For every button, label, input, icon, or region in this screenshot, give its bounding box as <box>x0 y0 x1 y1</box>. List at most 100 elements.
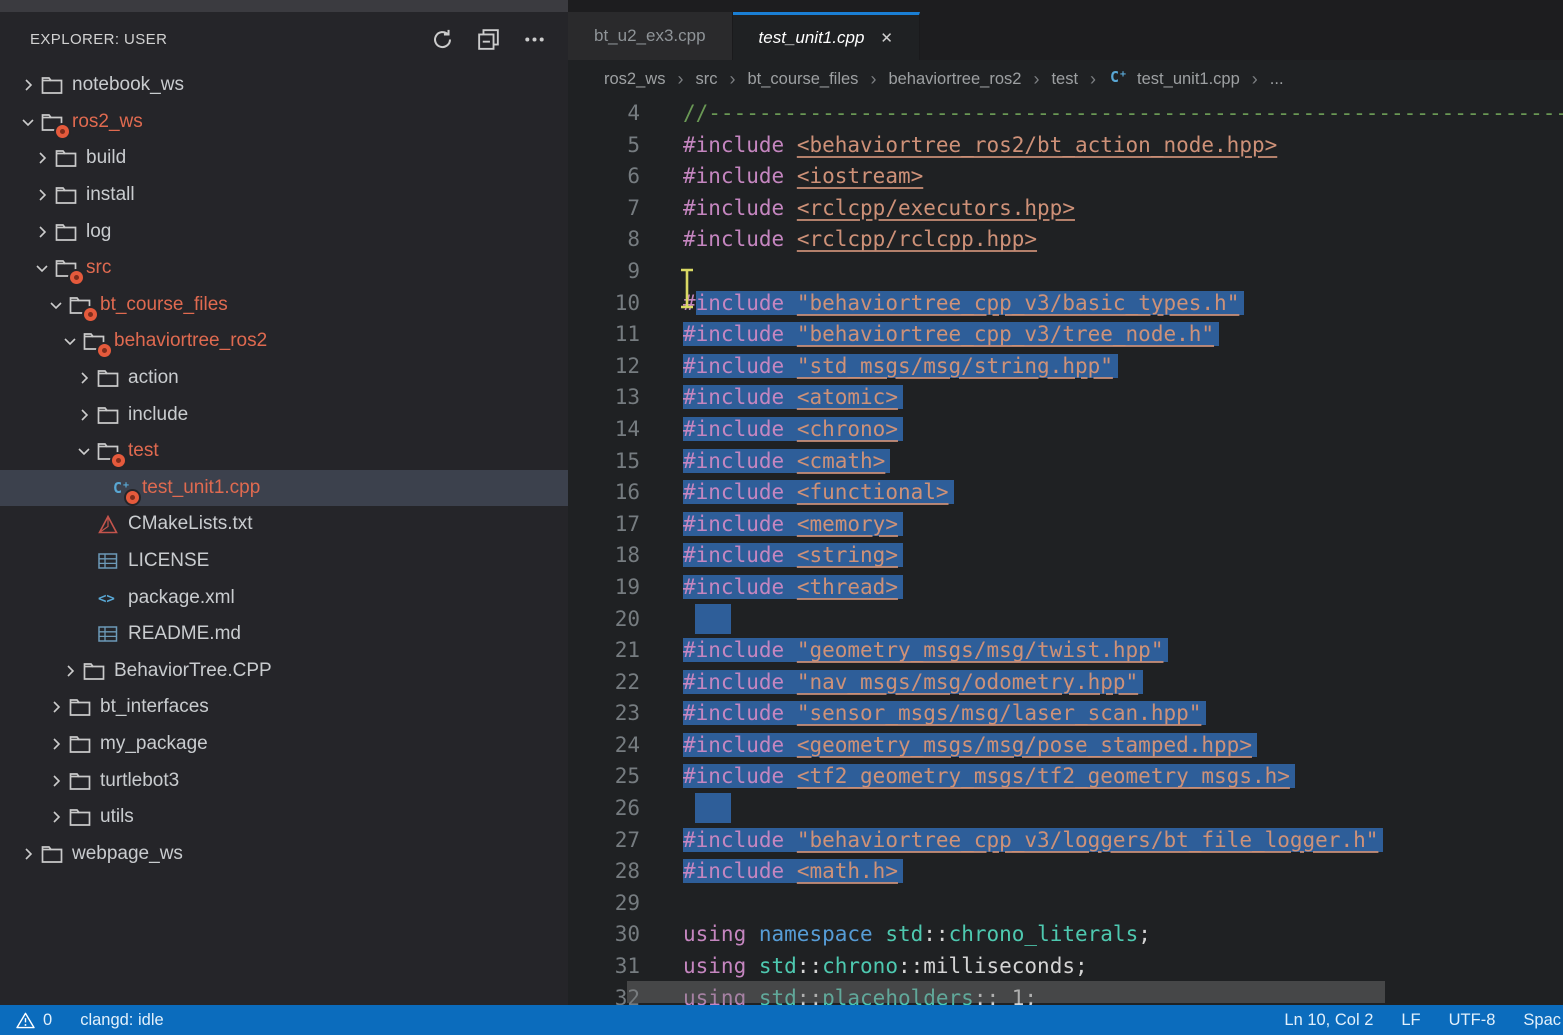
code-token: #include <box>683 638 784 662</box>
tree-item-behaviortree-cpp[interactable]: BehaviorTree.CPP <box>0 653 568 690</box>
code-token: #include <box>683 480 784 504</box>
more-actions-icon[interactable] <box>522 28 546 52</box>
refresh-icon[interactable] <box>430 28 454 52</box>
code-line-14[interactable]: 14#include <chrono> <box>568 414 1563 446</box>
tree-item-test[interactable]: test <box>0 433 568 470</box>
tree-item-webpage-ws[interactable]: webpage_ws <box>0 835 568 872</box>
code-token: #include <box>683 701 784 725</box>
tree-item-src[interactable]: src <box>0 250 568 287</box>
code-line-4[interactable]: 4//-------------------------------------… <box>568 98 1563 130</box>
code-line-content: #include <string> <box>640 540 903 572</box>
selection-highlight: #include "sensor_msgs/msg/laser_scan.hpp… <box>683 701 1206 725</box>
status-item-lf[interactable]: LF <box>1401 1011 1420 1030</box>
collapse-folders-icon[interactable] <box>476 28 500 52</box>
tree-item-turtlebot3[interactable]: turtlebot3 <box>0 762 568 799</box>
code-line-12[interactable]: 12#include "std_msgs/msg/string.hpp" <box>568 351 1563 383</box>
breadcrumb-overflow[interactable]: ... <box>1270 70 1284 89</box>
tree-item-cmakelists-txt[interactable]: CMakeLists.txt <box>0 506 568 543</box>
status-item-ln-10-col-2[interactable]: Ln 10, Col 2 <box>1284 1011 1373 1030</box>
code-line-9[interactable]: 9 <box>568 256 1563 288</box>
close-icon[interactable]: ✕ <box>880 29 893 47</box>
code-line-23[interactable]: 23#include "sensor_msgs/msg/laser_scan.h… <box>568 698 1563 730</box>
line-number: 18 <box>568 540 640 572</box>
code-line-19[interactable]: 19#include <thread> <box>568 572 1563 604</box>
breadcrumb-file[interactable]: C+test_unit1.cpp <box>1108 67 1240 92</box>
status-item-label: clangd: idle <box>80 1011 163 1030</box>
tree-item-label: install <box>86 184 135 206</box>
code-token: ; <box>1075 954 1088 978</box>
selection-highlight: #include "behaviortree_cpp_v3/tree_node.… <box>683 322 1219 346</box>
tree-item-bt-interfaces[interactable]: bt_interfaces <box>0 689 568 726</box>
code-line-18[interactable]: 18#include <string> <box>568 540 1563 572</box>
code-line-8[interactable]: 8#include <rclcpp/rclcpp.hpp> <box>568 224 1563 256</box>
status-item-problems[interactable]: 0 <box>16 1011 52 1030</box>
tree-item-ros2-ws[interactable]: ros2_ws <box>0 104 568 141</box>
code-line-29[interactable]: 29 <box>568 888 1563 920</box>
tree-item-action[interactable]: action <box>0 360 568 397</box>
code-line-21[interactable]: 21#include "geometry_msgs/msg/twist.hpp" <box>568 635 1563 667</box>
code-line-22[interactable]: 22#include "nav_msgs/msg/odometry.hpp" <box>568 667 1563 699</box>
code-line-13[interactable]: 13#include <atomic> <box>568 382 1563 414</box>
tree-item-license[interactable]: LICENSE <box>0 543 568 580</box>
selection-highlight: #include <atomic> <box>683 385 903 409</box>
code-token <box>784 133 797 157</box>
code-token: #include <box>683 449 784 473</box>
status-item-clangd-idle[interactable]: clangd: idle <box>80 1011 163 1030</box>
tree-item-log[interactable]: log <box>0 213 568 250</box>
status-item-utf-8[interactable]: UTF-8 <box>1449 1011 1496 1030</box>
code-line-26[interactable]: 26 <box>568 793 1563 825</box>
tree-item-build[interactable]: build <box>0 140 568 177</box>
code-line-5[interactable]: 5#include <behaviortree_ros2/bt_action_n… <box>568 130 1563 162</box>
code-token: <math.h> <box>797 859 898 883</box>
status-bar: 0 clangd: idle Ln 10, Col 2 LF UTF-8 Spac <box>0 1005 1563 1035</box>
tree-item-utils[interactable]: utils <box>0 799 568 836</box>
tree-item-test-unit1-cpp[interactable]: C+test_unit1.cpp <box>0 470 568 507</box>
code-line-25[interactable]: 25#include <tf2_geometry_msgs/tf2_geomet… <box>568 761 1563 793</box>
breadcrumb-item-test[interactable]: test <box>1051 70 1078 89</box>
code-line-30[interactable]: 30using namespace std::chrono_literals; <box>568 919 1563 951</box>
chevron-right-icon <box>44 735 68 753</box>
code-token: #include <box>683 859 784 883</box>
tree-item-label: BehaviorTree.CPP <box>114 660 272 682</box>
horizontal-scrollbar[interactable] <box>627 981 1385 1003</box>
code-line-7[interactable]: 7#include <rclcpp/executors.hpp> <box>568 193 1563 225</box>
tree-item-include[interactable]: include <box>0 396 568 433</box>
chevron-right-icon <box>30 223 54 241</box>
code-token: <iostream> <box>797 164 923 188</box>
code-line-15[interactable]: 15#include <cmath> <box>568 446 1563 478</box>
code-token <box>784 449 797 473</box>
code-line-11[interactable]: 11#include "behaviortree_cpp_v3/tree_nod… <box>568 319 1563 351</box>
title-bar <box>0 0 1563 12</box>
line-number: 22 <box>568 667 640 699</box>
code-line-6[interactable]: 6#include <iostream> <box>568 161 1563 193</box>
breadcrumb-item-bt-course-files[interactable]: bt_course_files <box>747 70 858 89</box>
code-line-31[interactable]: 31using std::chrono::milliseconds; <box>568 951 1563 983</box>
tree-item-notebook-ws[interactable]: notebook_ws <box>0 67 568 104</box>
tree-item-bt-course-files[interactable]: bt_course_files <box>0 287 568 324</box>
code-line-27[interactable]: 27#include "behaviortree_cpp_v3/loggers/… <box>568 825 1563 857</box>
tree-item-my-package[interactable]: my_package <box>0 726 568 763</box>
code-line-16[interactable]: 16#include <functional> <box>568 477 1563 509</box>
status-item-spac[interactable]: Spac <box>1523 1011 1561 1030</box>
folder-icon <box>54 147 78 169</box>
code-token: #include <box>683 354 784 378</box>
code-line-24[interactable]: 24#include <geometry_msgs/msg/pose_stamp… <box>568 730 1563 762</box>
breadcrumb-item-ros2-ws[interactable]: ros2_ws <box>604 70 665 89</box>
chevron-right-icon: › <box>1033 69 1039 90</box>
tree-item-behaviortree-ros2[interactable]: behaviortree_ros2 <box>0 323 568 360</box>
tree-item-readme-md[interactable]: README.md <box>0 616 568 653</box>
tab-bt-u2-ex3-cpp[interactable]: bt_u2_ex3.cpp <box>568 12 733 60</box>
code-line-10[interactable]: 10#include "behaviortree_cpp_v3/basic_ty… <box>568 288 1563 320</box>
tree-item-install[interactable]: install <box>0 177 568 214</box>
breadcrumb-item-behaviortree-ros2[interactable]: behaviortree_ros2 <box>888 70 1021 89</box>
code-line-20[interactable]: 20 <box>568 604 1563 636</box>
code-line-17[interactable]: 17#include <memory> <box>568 509 1563 541</box>
code-line-28[interactable]: 28#include <math.h> <box>568 856 1563 888</box>
tab-test-unit1-cpp[interactable]: test_unit1.cpp✕ <box>733 12 920 60</box>
tree-item-package-xml[interactable]: <>package.xml <box>0 579 568 616</box>
selection-highlight: #include <thread> <box>683 575 903 599</box>
breadcrumb-item-src[interactable]: src <box>695 70 717 89</box>
line-number: 15 <box>568 446 640 478</box>
selection-highlight: #include "std_msgs/msg/string.hpp" <box>683 354 1118 378</box>
code-line-content: #include <math.h> <box>640 856 903 888</box>
